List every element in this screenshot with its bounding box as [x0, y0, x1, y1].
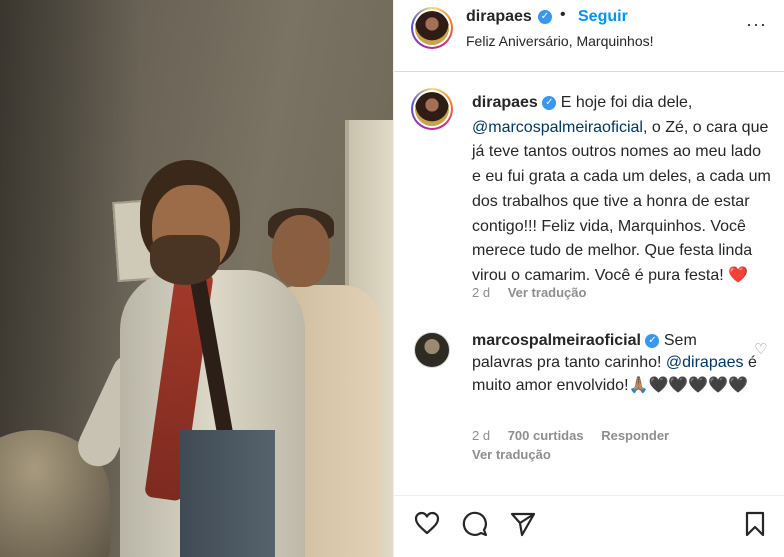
caption-translate-link[interactable]: Ver tradução — [508, 285, 587, 300]
comment-mention-link[interactable]: @dirapaes — [666, 354, 744, 371]
comment-translate-link[interactable]: Ver tradução — [472, 445, 669, 464]
verified-badge-icon: ✓ — [645, 333, 660, 348]
actions-divider — [394, 495, 784, 496]
caption-timestamp[interactable]: 2 d — [472, 285, 490, 300]
comment-emojis: 🙏🏽🖤🖤🖤🖤🖤 — [628, 376, 749, 394]
follow-button[interactable]: Seguir — [578, 8, 628, 26]
header-separator: • — [560, 6, 566, 23]
verified-badge-icon: ✓ — [542, 95, 557, 110]
commenter-username[interactable]: marcospalmeiraoficial — [472, 332, 641, 349]
photo-person-background-head — [272, 215, 330, 287]
author-avatar-image — [415, 11, 449, 45]
post-photo[interactable] — [0, 0, 393, 557]
caption-avatar-image — [415, 92, 449, 126]
comment-timestamp[interactable]: 2 d — [472, 428, 490, 443]
post-side-panel: dirapaes ✓ • Seguir Feliz Aniversário, M… — [393, 0, 784, 557]
heart-outline-icon[interactable] — [414, 511, 440, 535]
caption-username[interactable]: dirapaes — [472, 94, 538, 111]
post-header: dirapaes ✓ • Seguir Feliz Aniversário, M… — [394, 0, 784, 72]
caption-author-avatar[interactable] — [411, 88, 453, 130]
comment-reply-button[interactable]: Responder — [601, 428, 669, 443]
view-replies-cutoff[interactable]: ——— · · · · · · — [524, 485, 654, 495]
caption-meta: 2 d Ver tradução — [472, 285, 586, 300]
paper-plane-icon[interactable] — [510, 511, 536, 537]
post-location[interactable]: Feliz Aniversário, Marquinhos! — [466, 33, 654, 49]
comment-like-heart-icon[interactable]: ♡ — [754, 340, 767, 358]
caption-body-start: E hoje foi dia dele, — [560, 94, 693, 111]
comment-text: marcospalmeiraoficial ✓ Sem palavras pra… — [472, 330, 757, 397]
author-avatar[interactable] — [411, 7, 453, 49]
comment-bubble-icon[interactable] — [462, 511, 488, 537]
bookmark-icon[interactable] — [744, 511, 766, 537]
header-divider — [394, 71, 784, 72]
photo-jeans — [180, 430, 275, 557]
post-actions-bar — [394, 505, 784, 545]
caption-text: dirapaes ✓ E hoje foi dia dele, @marcosp… — [472, 91, 772, 289]
caption-body-end: , o Zé, o cara que já teve tantos outros… — [472, 118, 771, 284]
commenter-avatar[interactable] — [414, 332, 450, 368]
verified-badge-icon: ✓ — [538, 10, 552, 24]
more-options-icon[interactable]: ··· — [746, 14, 767, 35]
caption-mention-link[interactable]: @marcospalmeiraoficial — [472, 119, 643, 136]
red-heart-emoji: ❤️ — [728, 266, 749, 284]
comment-likes-count[interactable]: 700 curtidas — [508, 428, 584, 443]
author-username[interactable]: dirapaes — [466, 8, 532, 26]
comment-meta: 2 d 700 curtidas Responder Ver tradução — [472, 426, 683, 464]
photo-person-foreground-beard — [150, 235, 220, 285]
